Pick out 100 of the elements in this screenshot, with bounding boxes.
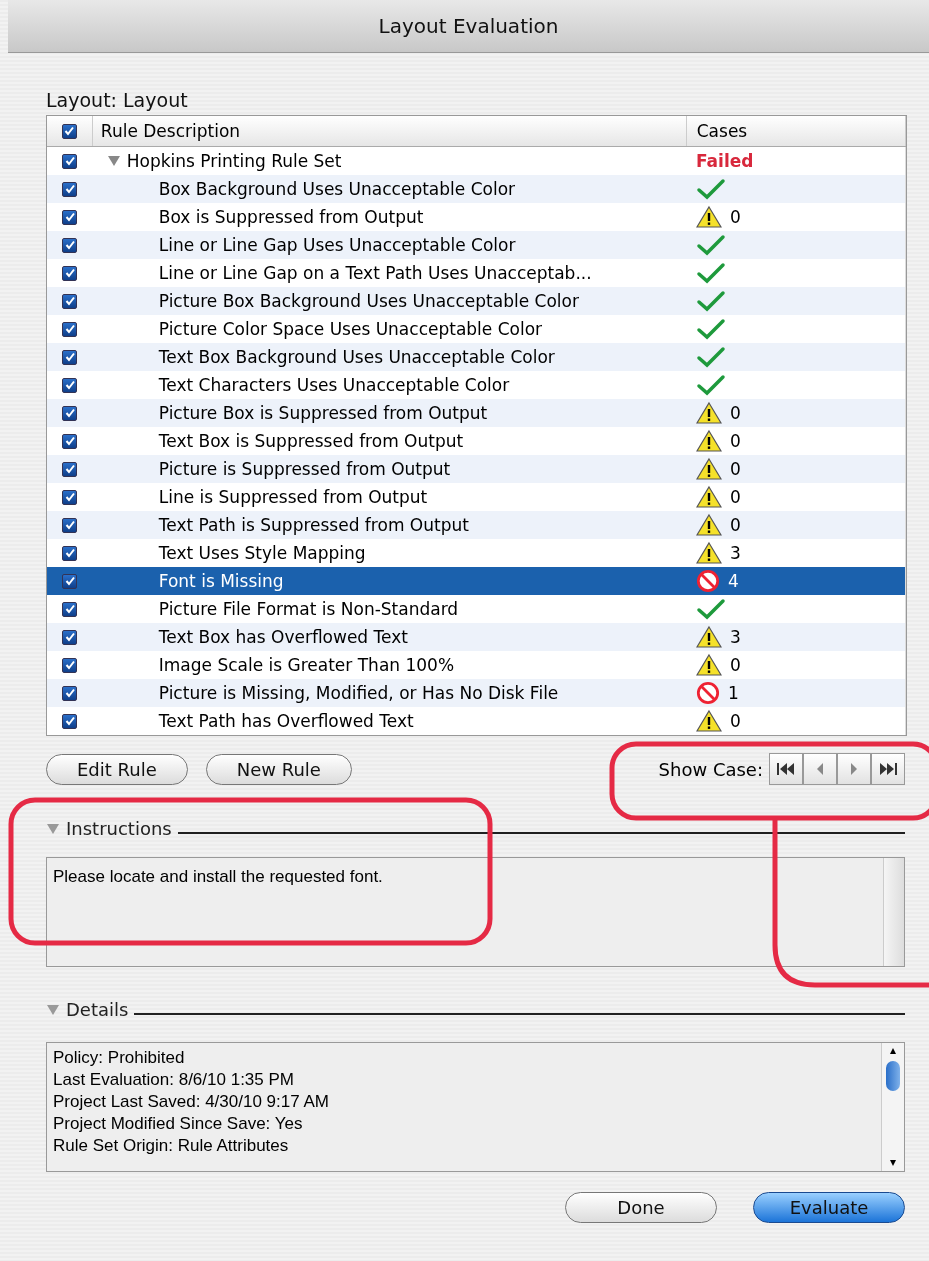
case-count: 0 xyxy=(730,207,741,227)
case-count: 3 xyxy=(730,543,741,563)
table-row[interactable]: Line is Suppressed from Output 0 xyxy=(47,483,906,511)
case-count: 0 xyxy=(730,515,741,535)
rule-name: Font is Missing xyxy=(158,571,284,591)
group-label: Hopkins Printing Rule Set xyxy=(126,151,342,171)
checkbox[interactable] xyxy=(62,489,78,505)
checkbox[interactable] xyxy=(62,545,78,561)
table-row[interactable]: Text Box has Overflowed Text 3 xyxy=(47,623,906,651)
checkbox[interactable] xyxy=(62,657,78,673)
skip-forward-icon xyxy=(878,762,898,776)
rule-name: Line or Line Gap Uses Unacceptable Color xyxy=(158,235,516,255)
checkbox[interactable] xyxy=(62,573,78,589)
checkmark-icon xyxy=(696,290,727,312)
table-row[interactable]: Picture is Suppressed from Output 0 xyxy=(47,455,906,483)
scroll-bar[interactable] xyxy=(881,1043,904,1171)
rule-name: Box Background Uses Unacceptable Color xyxy=(158,179,516,199)
table-row[interactable]: Picture is Missing, Modified, or Has No Disk File 1 xyxy=(47,679,906,707)
scroll-bar[interactable] xyxy=(883,858,904,966)
table-row[interactable]: Text Characters Uses Unacceptable Color xyxy=(47,371,906,399)
checkmark-icon xyxy=(696,598,727,620)
checkbox[interactable] xyxy=(62,293,78,309)
table-row[interactable]: Line or Line Gap Uses Unacceptable Color xyxy=(47,231,906,259)
checkbox[interactable] xyxy=(62,377,78,393)
rule-name: Text Uses Style Mapping xyxy=(158,543,366,563)
show-case-label: Show Case: xyxy=(658,758,763,780)
last-case-button[interactable] xyxy=(871,753,905,785)
checkbox[interactable] xyxy=(61,123,77,139)
table-row[interactable]: Picture Box Background Uses Unacceptable Color xyxy=(47,287,906,315)
table-row[interactable]: Line or Line Gap on a Text Path Uses Unacceptab... xyxy=(47,259,906,287)
table-row[interactable]: Box Background Uses Unacceptable Color xyxy=(47,175,906,203)
table-row[interactable]: Text Path is Suppressed from Output 0 xyxy=(47,511,906,539)
scroll-up-icon[interactable] xyxy=(889,1047,897,1055)
table-row[interactable]: Text Path has Overflowed Text 0 xyxy=(47,707,906,735)
table-row[interactable]: Image Scale is Greater Than 100% 0 xyxy=(47,651,906,679)
checkbox[interactable] xyxy=(62,265,78,281)
rule-name: Image Scale is Greater Than 100% xyxy=(158,655,455,675)
checkbox[interactable] xyxy=(62,433,78,449)
detail-line: Project Modified Since Save: Yes xyxy=(53,1113,304,1135)
checkbox[interactable] xyxy=(62,349,78,365)
warning-icon xyxy=(696,513,723,537)
warning-icon xyxy=(696,541,723,565)
checkbox[interactable] xyxy=(62,713,78,729)
table-row[interactable]: Picture File Format is Non-Standard xyxy=(47,595,906,623)
column-header[interactable]: Rule Description xyxy=(92,116,687,146)
checkbox[interactable] xyxy=(62,237,78,253)
checkmark-icon xyxy=(696,178,727,200)
section-title: Details xyxy=(66,999,129,1020)
checkbox[interactable] xyxy=(62,601,78,617)
checkbox[interactable] xyxy=(62,517,78,533)
checkmark-icon xyxy=(696,262,727,284)
checkbox[interactable] xyxy=(62,153,78,169)
scroll-down-icon[interactable] xyxy=(889,1159,897,1167)
checkbox[interactable] xyxy=(62,405,78,421)
checkbox[interactable] xyxy=(62,181,78,197)
disclosure-triangle-icon[interactable] xyxy=(46,1003,60,1016)
rule-name: Picture File Format is Non-Standard xyxy=(158,599,459,619)
first-case-button[interactable] xyxy=(769,753,803,785)
detail-line: Project Last Saved: 4/30/10 9:17 AM xyxy=(53,1091,330,1113)
case-count: 0 xyxy=(730,655,741,675)
rule-name: Text Path has Overflowed Text xyxy=(158,711,414,731)
checkbox[interactable] xyxy=(62,629,78,645)
table-row[interactable]: Font is Missing 4 xyxy=(47,567,906,595)
table-row[interactable]: Text Uses Style Mapping 3 xyxy=(47,539,906,567)
rule-button[interactable]: Edit Rule xyxy=(46,753,188,785)
checkbox[interactable] xyxy=(62,685,78,701)
rule-name: Line is Suppressed from Output xyxy=(158,487,428,507)
rule-name: Box is Suppressed from Output xyxy=(158,207,424,227)
case-count: 4 xyxy=(728,571,739,591)
skip-back-icon xyxy=(776,762,796,776)
rule-name: Text Box Background Uses Unacceptable Color xyxy=(158,347,555,367)
case-count: 0 xyxy=(730,431,741,451)
checkbox[interactable] xyxy=(62,461,78,477)
table-row[interactable]: Text Box is Suppressed from Output 0 xyxy=(47,427,906,455)
table-row[interactable]: Box is Suppressed from Output 0 xyxy=(47,203,906,231)
scroll-thumb[interactable] xyxy=(886,1061,900,1091)
rule-name: Line or Line Gap on a Text Path Uses Unacceptab... xyxy=(158,263,592,283)
dialog-button[interactable]: Evaluate xyxy=(753,1192,905,1223)
table-row[interactable]: Picture Box is Suppressed from Output 0 xyxy=(47,399,906,427)
rule-name: Picture is Missing, Modified, or Has No Disk File xyxy=(158,683,559,703)
checkmark-icon xyxy=(696,374,727,396)
instructions-text: Please locate and install the requested font. xyxy=(53,867,383,886)
disclosure-triangle-icon[interactable] xyxy=(46,822,60,835)
table-row[interactable]: Picture Color Space Uses Unacceptable Color xyxy=(47,315,906,343)
warning-icon xyxy=(696,401,723,425)
rule-name: Text Path is Suppressed from Output xyxy=(158,515,469,535)
column-header[interactable]: Cases xyxy=(686,116,906,146)
rule-name: Picture is Suppressed from Output xyxy=(158,459,451,479)
checkbox[interactable] xyxy=(62,321,78,337)
dialog-button[interactable]: Done xyxy=(565,1192,717,1223)
warning-icon xyxy=(696,485,723,509)
rule-name: Text Box has Overflowed Text xyxy=(158,627,408,647)
checkbox[interactable] xyxy=(62,209,78,225)
rule-button[interactable]: New Rule xyxy=(205,753,352,785)
window-title: Layout Evaluation xyxy=(378,14,559,38)
table-row[interactable]: Text Box Background Uses Unacceptable Color xyxy=(47,343,906,371)
warning-icon xyxy=(696,653,723,677)
disclosure-triangle-icon[interactable] xyxy=(106,155,121,167)
rule-name: Text Box is Suppressed from Output xyxy=(158,431,464,451)
checkmark-icon xyxy=(696,318,727,340)
